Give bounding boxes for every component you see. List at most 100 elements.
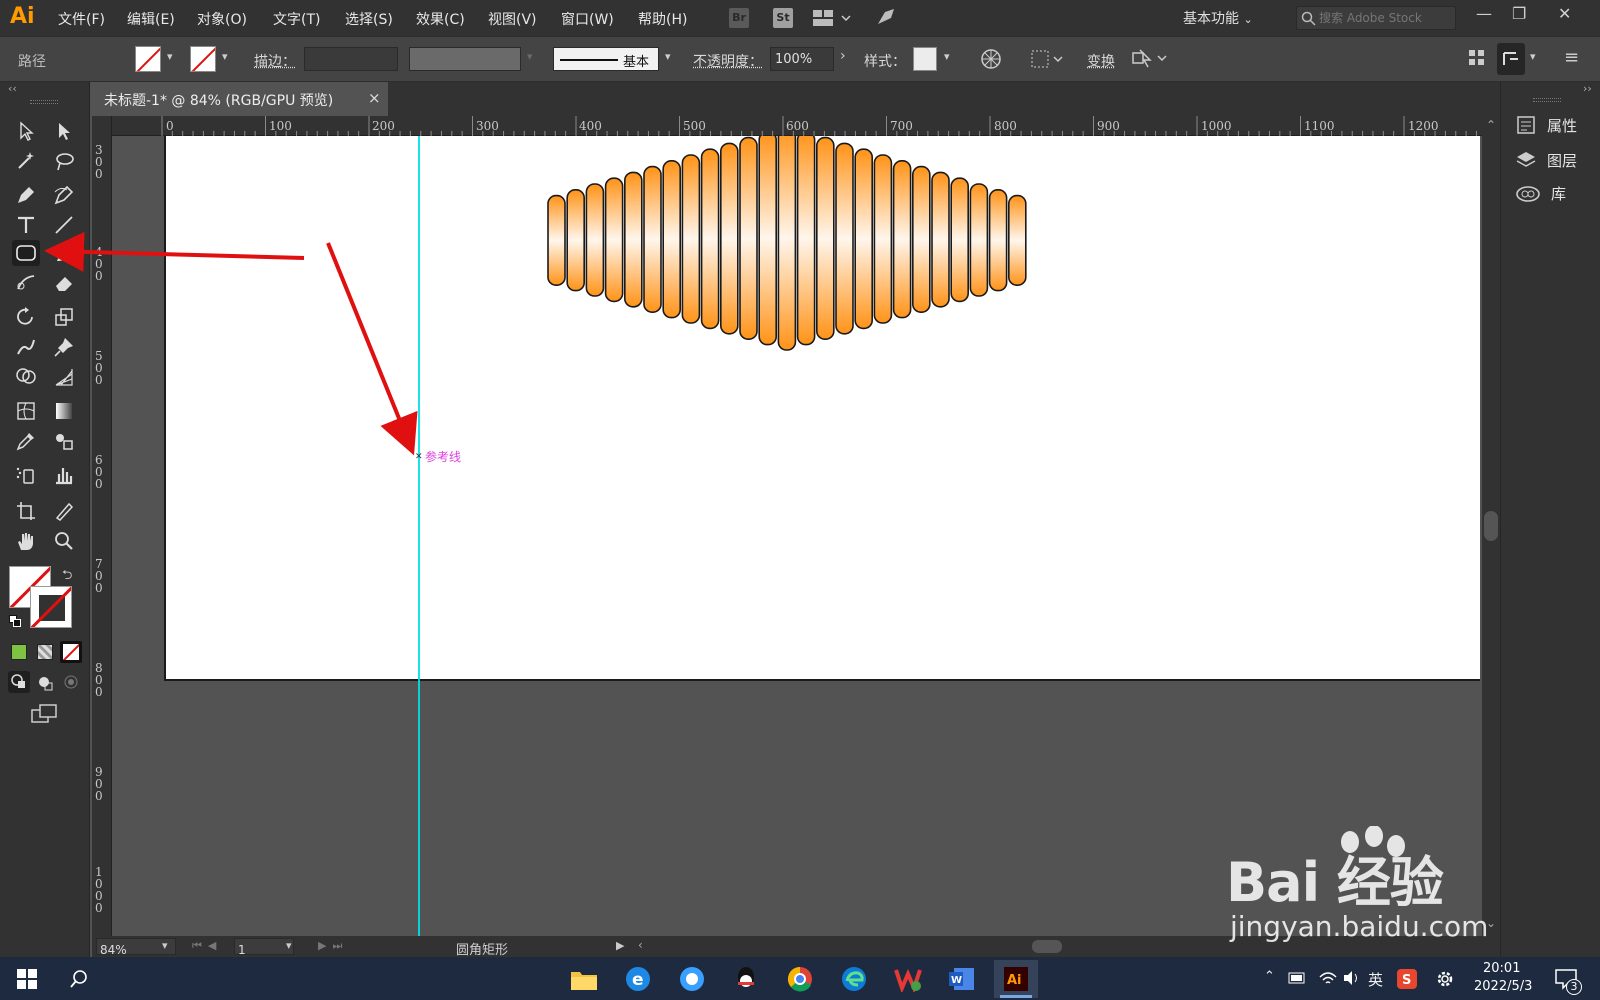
symbol-sprayer-tool[interactable] bbox=[12, 462, 40, 488]
close-window-button[interactable]: ✕ bbox=[1558, 4, 1571, 23]
horizontal-scroll-thumb[interactable] bbox=[1032, 940, 1062, 953]
swap-fill-stroke-icon[interactable]: ⮌ bbox=[62, 566, 72, 588]
artboard-number-input[interactable] bbox=[235, 942, 293, 958]
opacity-label[interactable]: 不透明度： bbox=[693, 51, 763, 71]
document-tab[interactable]: 未标题-1* @ 84% (RGB/GPU 预览) × bbox=[92, 82, 388, 116]
taskbar-ie[interactable]: e bbox=[616, 960, 660, 998]
selection-tool[interactable] bbox=[12, 118, 40, 144]
rounded-rectangle-shape[interactable] bbox=[681, 154, 701, 324]
draw-behind-icon[interactable] bbox=[35, 673, 55, 693]
menu-view[interactable]: 视图(V) bbox=[488, 9, 537, 29]
taskbar-word[interactable]: W bbox=[940, 960, 984, 998]
bridge-button[interactable]: Br bbox=[729, 8, 749, 28]
puppet-warp-tool[interactable] bbox=[50, 334, 78, 360]
rounded-rectangle-shape[interactable] bbox=[796, 136, 816, 346]
panel-grip[interactable] bbox=[30, 100, 58, 104]
arrange-documents-icon[interactable] bbox=[812, 9, 852, 27]
rounded-rectangle-shape[interactable] bbox=[950, 177, 970, 303]
menu-window[interactable]: 窗口(W) bbox=[561, 9, 614, 29]
menu-edit[interactable]: 编辑(E) bbox=[127, 9, 175, 29]
profile-dropdown-icon[interactable]: ▾ bbox=[527, 50, 533, 63]
warp-tool[interactable] bbox=[12, 334, 40, 360]
menu-help[interactable]: 帮助(H) bbox=[638, 9, 687, 29]
rounded-rectangle-shape[interactable] bbox=[604, 177, 624, 303]
rounded-rectangle-tool[interactable] bbox=[12, 240, 40, 266]
graphic-style-swatch[interactable] bbox=[913, 47, 937, 71]
curvature-tool[interactable] bbox=[50, 182, 78, 208]
wifi-icon[interactable] bbox=[1318, 969, 1338, 987]
menu-effect[interactable]: 效果(C) bbox=[416, 9, 465, 29]
artboard-tool[interactable] bbox=[12, 498, 40, 524]
perspective-grid-tool[interactable] bbox=[50, 364, 78, 390]
isolate-object-icon[interactable] bbox=[1130, 47, 1170, 71]
style-dropdown-icon[interactable]: ▾ bbox=[944, 50, 950, 63]
column-graph-tool[interactable] bbox=[50, 462, 78, 488]
artboard-nav-prev[interactable]: ⏮◀ bbox=[192, 939, 222, 953]
line-segment-tool[interactable] bbox=[50, 212, 78, 238]
taskbar-explorer[interactable] bbox=[562, 960, 606, 998]
rounded-rectangle-shape[interactable] bbox=[585, 183, 605, 297]
rounded-rectangle-shape[interactable] bbox=[719, 142, 739, 335]
collapse-panel-icon[interactable]: ‹‹ bbox=[8, 82, 17, 95]
menu-object[interactable]: 对象(O) bbox=[197, 9, 247, 29]
rounded-rectangle-shape[interactable] bbox=[739, 136, 758, 341]
direct-selection-tool[interactable] bbox=[50, 118, 78, 144]
taskbar-qq[interactable] bbox=[724, 960, 768, 998]
rounded-rectangle-shape[interactable] bbox=[873, 154, 893, 324]
magic-wand-tool[interactable] bbox=[12, 148, 40, 174]
rotate-tool[interactable] bbox=[12, 304, 40, 330]
minimize-button[interactable]: — bbox=[1476, 4, 1492, 23]
brush-definition[interactable]: 基本 bbox=[553, 47, 659, 71]
rounded-rectangle-shape[interactable] bbox=[662, 159, 682, 319]
default-colors-icon[interactable] bbox=[9, 615, 21, 627]
artboard-nav-next[interactable]: ▶⏭ bbox=[318, 939, 348, 953]
clock-time[interactable]: 20:01 bbox=[1483, 961, 1520, 976]
arrange-panels-icon[interactable] bbox=[1468, 49, 1486, 67]
rounded-rectangle-shape[interactable] bbox=[566, 188, 586, 292]
opacity-field[interactable] bbox=[770, 47, 834, 71]
slice-tool[interactable] bbox=[50, 498, 78, 524]
pen-tool[interactable] bbox=[12, 182, 40, 208]
change-screen-mode-icon[interactable] bbox=[30, 702, 60, 726]
zoom-dropdown-icon[interactable]: ▾ bbox=[162, 939, 168, 952]
guide-line[interactable] bbox=[418, 136, 420, 936]
shape-builder-tool[interactable] bbox=[12, 364, 40, 390]
workspace-switcher[interactable]: 基本功能 ⌄ bbox=[1183, 8, 1253, 28]
transform-label[interactable]: 变换 bbox=[1087, 51, 1115, 71]
rounded-rectangle-shape[interactable] bbox=[777, 136, 797, 351]
paintbrush-tool[interactable] bbox=[50, 240, 78, 266]
draw-inside-icon[interactable] bbox=[62, 673, 82, 693]
stroke-swatch[interactable] bbox=[190, 46, 216, 72]
scroll-up-icon[interactable]: ⌃ bbox=[1486, 118, 1496, 132]
clock-date[interactable]: 2022/5/3 bbox=[1474, 979, 1532, 994]
stroke-dropdown-icon[interactable]: ▾ bbox=[222, 50, 228, 63]
eyedropper-tool[interactable] bbox=[12, 428, 40, 454]
stroke-color-box[interactable] bbox=[30, 586, 72, 628]
gear-icon[interactable] bbox=[1434, 968, 1456, 990]
draw-normal-button[interactable] bbox=[8, 671, 30, 693]
scroll-thumb[interactable] bbox=[1484, 511, 1498, 541]
windows-start-icon[interactable] bbox=[17, 969, 37, 989]
artboard-dropdown-icon[interactable]: ▾ bbox=[286, 939, 292, 952]
none-mode-button[interactable] bbox=[60, 641, 82, 663]
vertical-ruler[interactable]: 300 400 500 600 700 800 900 1000 bbox=[92, 116, 112, 936]
rounded-rectangle-shape[interactable] bbox=[643, 165, 662, 314]
gradient-tool[interactable] bbox=[50, 398, 78, 424]
properties-panel-button[interactable]: 属性 bbox=[1515, 112, 1599, 138]
rounded-rectangle-shape[interactable] bbox=[835, 142, 854, 335]
snap-button[interactable] bbox=[1497, 43, 1525, 75]
taskbar-wps[interactable] bbox=[886, 960, 930, 998]
canvas-area[interactable]: 参考线 ✕ bbox=[112, 136, 1482, 936]
color-mode-button[interactable] bbox=[11, 644, 27, 660]
stroke-weight-field[interactable] bbox=[304, 47, 398, 71]
menu-select[interactable]: 选择(S) bbox=[345, 9, 393, 29]
stroke-label[interactable]: 描边： bbox=[254, 51, 296, 71]
shaper-tool[interactable] bbox=[12, 270, 40, 296]
stroke-weight-input[interactable] bbox=[305, 48, 397, 71]
collapse-dock-icon[interactable]: ›› bbox=[1583, 82, 1592, 95]
layers-panel-button[interactable]: 图层 bbox=[1515, 147, 1599, 173]
artboard-number-field[interactable] bbox=[234, 938, 294, 958]
rounded-rectangle-shape[interactable] bbox=[547, 194, 566, 286]
stock-search-input[interactable] bbox=[1319, 9, 1453, 27]
rounded-rectangle-shape[interactable] bbox=[758, 136, 777, 346]
